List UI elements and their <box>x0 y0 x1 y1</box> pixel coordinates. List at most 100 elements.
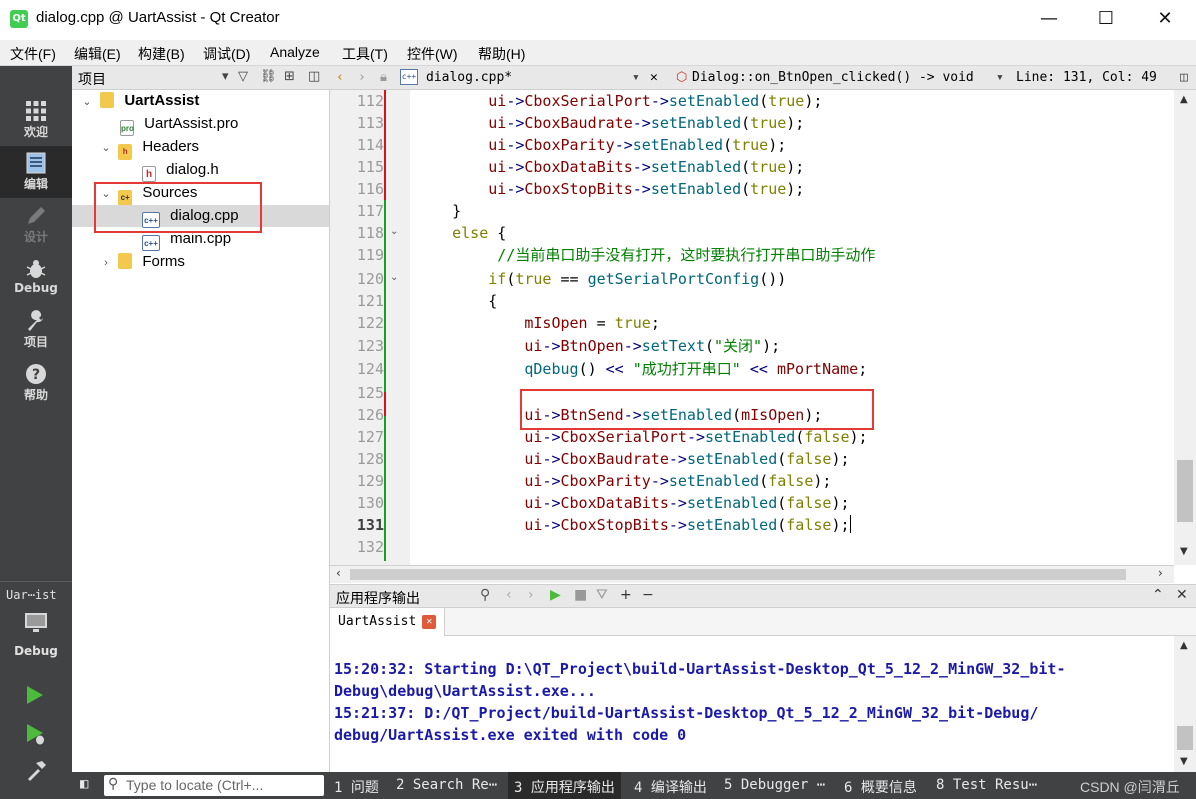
mode-edit[interactable]: 编辑 <box>0 146 72 198</box>
pencil-icon <box>24 205 48 227</box>
menu-file[interactable]: 文件(F) <box>10 44 56 64</box>
scroll-up-arrow-icon[interactable]: ▲ <box>1180 94 1188 105</box>
menu-edit[interactable]: 编辑(E) <box>74 44 121 64</box>
view-select-arrow-icon[interactable]: ▾ <box>222 69 229 84</box>
file-dropdown-arrow-icon[interactable]: ▾ <box>632 70 640 85</box>
editor-vertical-scrollbar[interactable]: ▲ ▼ <box>1174 90 1196 565</box>
editor-horizontal-scrollbar[interactable]: ‹ › <box>330 565 1174 583</box>
header-file-icon: h <box>142 166 156 182</box>
tree-item-dialog-cpp-label: dialog.cpp <box>170 207 239 224</box>
scroll-right-arrow-icon[interactable]: › <box>1158 566 1163 580</box>
tree-item-dialog-h[interactable]: h dialog.h <box>72 159 330 182</box>
cursor-position[interactable]: Line: 131, Col: 49 <box>1016 70 1157 85</box>
tree-item-project[interactable]: ⌄ UartAssist <box>72 90 330 112</box>
pane-tab-debugger[interactable]: 5 Debugger ⋯ <box>724 777 825 793</box>
close-tab-icon[interactable]: ✕ <box>422 615 437 629</box>
code-line-131: ui->CboxStopBits->setEnabled(false); <box>524 515 851 534</box>
scroll-down-arrow-icon[interactable]: ▼ <box>1180 756 1188 767</box>
collapse-arrow-icon[interactable]: › <box>98 252 114 274</box>
output-tab-uartassist[interactable]: UartAssist ✕ <box>330 608 446 636</box>
attach-icon[interactable]: ⚲ <box>480 587 490 603</box>
mode-debug[interactable]: Debug <box>0 252 72 304</box>
expand-arrow-icon[interactable]: ⌄ <box>98 137 114 159</box>
zoom-in-icon[interactable]: + <box>620 587 632 603</box>
menu-build[interactable]: 构建(B) <box>138 44 185 64</box>
mode-welcome[interactable]: 欢迎 <box>0 94 72 146</box>
tree-item-main-cpp[interactable]: c++ main.cpp <box>72 228 330 251</box>
forms-folder-icon <box>118 253 133 269</box>
tree-item-dialog-cpp[interactable]: c++ dialog.cpp <box>72 205 329 228</box>
maximize-button[interactable]: ☐ <box>1079 0 1133 40</box>
code-editor[interactable]: 112 113 114 115 116 117 118 119 120 121 … <box>330 90 1196 565</box>
symbol-dropdown-arrow-icon[interactable]: ▾ <box>996 70 1004 85</box>
mode-design[interactable]: 设计 <box>0 199 72 251</box>
tree-item-forms[interactable]: › Forms <box>72 251 330 273</box>
status-bar: ◧ ⚲ 1 问题 2 Search Re⋯ 3 应用程序输出 4 编译输出 5 … <box>72 772 1196 799</box>
toggle-sidebar-icon[interactable]: ◧ <box>80 776 88 792</box>
locator-box[interactable]: ⚲ <box>104 775 324 796</box>
maximize-pane-icon[interactable]: ⌃ <box>1152 587 1164 603</box>
line-gutter: 112 113 114 115 116 117 118 119 120 121 … <box>330 90 410 565</box>
split-editor-icon[interactable]: ◫ <box>1180 70 1188 85</box>
tree-item-headers[interactable]: ⌄ h Headers <box>72 136 330 160</box>
output-vertical-scrollbar[interactable]: ▲ ▼ <box>1174 636 1196 772</box>
forward-icon[interactable]: › <box>358 70 366 85</box>
horizontal-scroll-thumb[interactable] <box>350 569 1126 580</box>
menu-debug[interactable]: 调试(D) <box>203 44 250 64</box>
close-button[interactable]: ✕ <box>1138 0 1192 40</box>
rerun-icon[interactable]: ▶ <box>550 587 561 603</box>
scroll-thumb[interactable] <box>1177 726 1193 750</box>
line-number: 113 <box>356 114 384 132</box>
debug-run-button[interactable] <box>24 722 48 750</box>
next-icon[interactable]: › <box>528 587 534 603</box>
build-button[interactable] <box>24 758 48 786</box>
scroll-up-arrow-icon[interactable]: ▲ <box>1180 640 1188 651</box>
clean-icon[interactable]: ⛛ <box>596 587 608 603</box>
close-pane-icon[interactable]: ✕ <box>1176 587 1188 603</box>
hammer-icon <box>24 761 48 786</box>
tree-item-pro-file[interactable]: pro UartAssist.pro <box>72 113 330 136</box>
expand-arrow-icon[interactable]: ⌄ <box>98 183 114 205</box>
pane-tab-search[interactable]: 2 Search Re⋯ <box>396 777 497 793</box>
kit-selector[interactable]: Debug <box>0 610 72 662</box>
code-line-128: ui->CboxBaudrate->setEnabled(false); <box>524 450 850 468</box>
mode-projects[interactable]: 项目 <box>0 304 72 356</box>
zoom-out-icon[interactable]: − <box>642 587 654 603</box>
menu-analyze[interactable]: Analyze <box>270 44 320 60</box>
link-icon[interactable]: ⛓ <box>260 69 277 84</box>
scroll-down-arrow-icon[interactable]: ▼ <box>1180 546 1188 557</box>
line-number: 124 <box>356 360 384 378</box>
open-file-name[interactable]: dialog.cpp* <box>426 70 512 85</box>
stop-icon[interactable]: ■ <box>574 587 587 603</box>
code-line-120: if(true == getSerialPortConfig()) <box>488 270 787 288</box>
line-number: 127 <box>356 428 384 446</box>
back-icon[interactable]: ‹ <box>336 70 344 85</box>
run-icon <box>24 686 46 710</box>
pane-tab-test-results[interactable]: 8 Test Resu⋯ <box>936 777 1037 793</box>
close-pane-icon[interactable]: ◫ <box>308 69 320 84</box>
pane-tab-app-output[interactable]: 3 应用程序输出 <box>508 772 621 799</box>
scroll-thumb[interactable] <box>1177 460 1193 522</box>
tree-item-sources[interactable]: ⌄ c+ Sources <box>72 182 330 206</box>
pane-tab-overview[interactable]: 6 概要信息 <box>844 777 917 797</box>
expand-arrow-icon[interactable]: ⌄ <box>78 91 96 113</box>
minimize-button[interactable]: — <box>1022 0 1076 40</box>
scroll-left-arrow-icon[interactable]: ‹ <box>336 566 341 580</box>
pane-tab-issues[interactable]: 1 问题 <box>334 777 379 797</box>
filter-icon[interactable]: ▽ <box>238 69 248 84</box>
application-output[interactable]: 15:20:32: Starting D:\QT_Project\build-U… <box>330 636 1196 772</box>
fold-arrow-icon[interactable]: ⌄ <box>390 226 398 237</box>
menu-help[interactable]: 帮助(H) <box>478 44 525 64</box>
split-icon[interactable]: ⊞ <box>284 69 295 84</box>
locator-input[interactable] <box>126 776 320 794</box>
close-file-icon[interactable]: ✕ <box>650 70 658 85</box>
fold-arrow-icon[interactable]: ⌄ <box>390 272 398 283</box>
previous-icon[interactable]: ‹ <box>506 587 512 603</box>
code-line-130: ui->CboxDataBits->setEnabled(false); <box>524 494 850 512</box>
mode-help[interactable]: ? 帮助 <box>0 357 72 409</box>
run-button[interactable] <box>24 684 46 710</box>
menu-controls[interactable]: 控件(W) <box>407 44 458 64</box>
symbol-selector[interactable]: Dialog::on_BtnOpen_clicked() -> void <box>692 70 974 85</box>
menu-tools[interactable]: 工具(T) <box>342 44 388 64</box>
pane-tab-compile-output[interactable]: 4 编译输出 <box>634 777 707 797</box>
